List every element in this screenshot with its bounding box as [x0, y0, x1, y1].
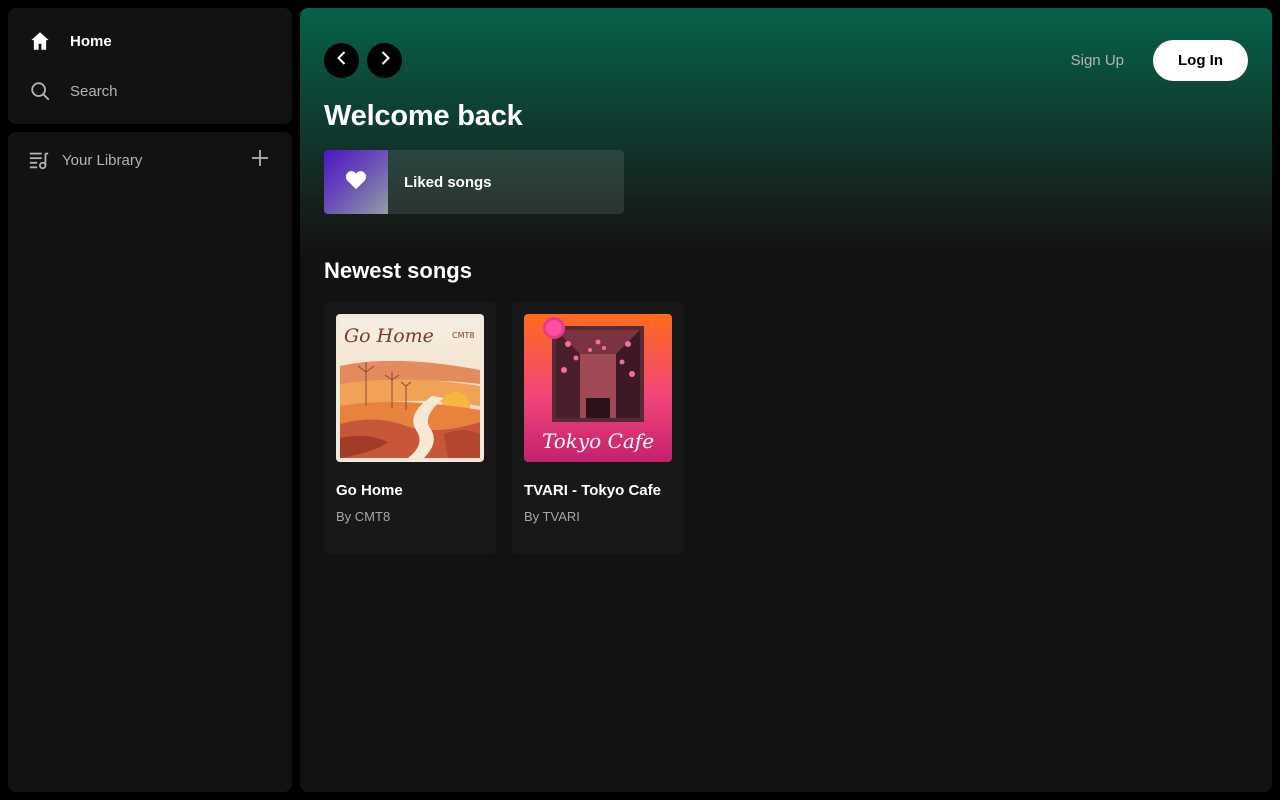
sidebar-item-home[interactable]: Home	[20, 16, 280, 66]
library-icon	[28, 148, 52, 172]
back-button[interactable]	[324, 42, 359, 78]
heart-icon	[345, 170, 367, 195]
your-library-button[interactable]: Your Library	[28, 148, 142, 172]
cover-title: Tokyo Cafe	[542, 429, 654, 453]
song-title: Go Home	[336, 482, 403, 499]
library-label: Your Library	[62, 151, 143, 169]
liked-songs-cover	[324, 150, 388, 214]
song-artist: By TVARI	[524, 509, 580, 524]
album-cover: Tokyo Cafe	[524, 314, 672, 462]
album-cover: Go Home CMT8	[336, 314, 484, 462]
sidebar-item-label: Search	[70, 82, 118, 100]
song-card-list: Go Home CMT8 Go Home By CMT8 Tokyo Cafe …	[324, 302, 684, 554]
sidebar-nav: Home Search	[8, 8, 292, 124]
song-card[interactable]: Tokyo Cafe TVARI - Tokyo Cafe By TVARI	[512, 302, 684, 554]
sidebar-item-label: Home	[70, 32, 112, 50]
library-header: Your Library	[8, 132, 292, 188]
cover-title: Go Home	[344, 325, 434, 347]
page-title: Welcome back	[324, 100, 523, 132]
history-nav	[324, 42, 402, 78]
chevron-left-icon	[334, 50, 350, 71]
library-panel: Your Library	[8, 132, 292, 792]
create-playlist-button[interactable]	[246, 146, 274, 174]
song-artist: By CMT8	[336, 509, 391, 524]
cover-artist: CMT8	[452, 331, 474, 340]
plus-icon	[251, 149, 269, 172]
app: Home Search Your Library Sign Up Log In …	[0, 0, 1280, 800]
home-icon	[28, 29, 52, 53]
auth-controls: Sign Up Log In	[1071, 39, 1248, 81]
sign-up-button[interactable]: Sign Up	[1071, 52, 1124, 69]
song-title: TVARI - Tokyo Cafe	[524, 482, 661, 499]
sidebar-item-search[interactable]: Search	[20, 66, 280, 116]
forward-button[interactable]	[367, 42, 402, 78]
liked-songs-card[interactable]: Liked songs	[324, 150, 624, 214]
liked-songs-label: Liked songs	[404, 173, 492, 191]
section-title-newest: Newest songs	[324, 258, 472, 283]
chevron-right-icon	[377, 50, 393, 71]
topbar: Sign Up Log In	[324, 39, 1248, 81]
search-icon	[28, 79, 52, 103]
log-in-button[interactable]: Log In	[1153, 39, 1248, 81]
song-card[interactable]: Go Home CMT8 Go Home By CMT8	[324, 302, 496, 554]
main-content: Sign Up Log In Welcome back Liked songs …	[300, 8, 1272, 792]
